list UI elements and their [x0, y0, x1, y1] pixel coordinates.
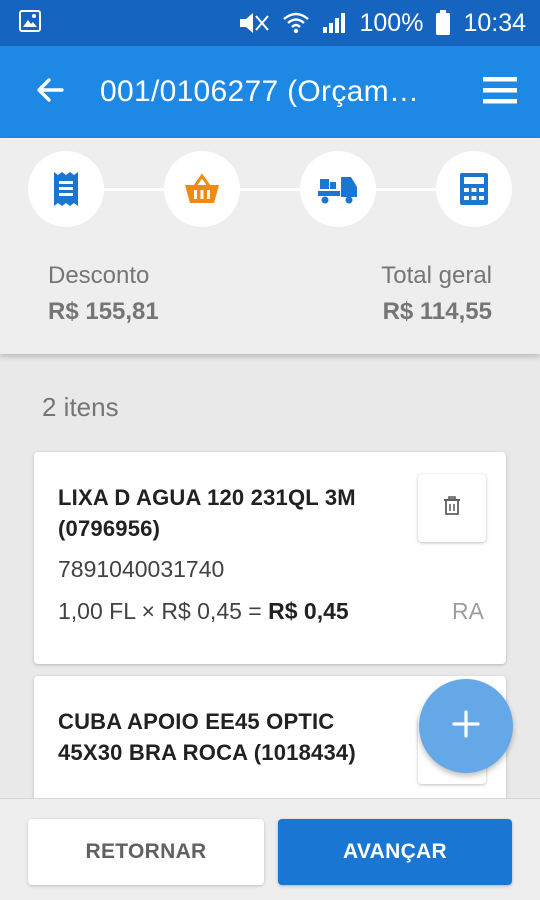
- clock: 10:34: [463, 8, 526, 37]
- step-calculator[interactable]: [436, 151, 512, 227]
- battery-icon: [435, 10, 451, 36]
- gallery-icon: [18, 9, 42, 38]
- discount-label: Desconto: [48, 262, 150, 289]
- page-title: 001/0106277 (Orçamento): [100, 75, 420, 108]
- battery-level: 100%: [359, 8, 424, 37]
- advance-button[interactable]: AVANÇAR: [278, 819, 512, 885]
- order-summary: Desconto R$ 155,81 Total geral R$ 114,55: [0, 138, 540, 354]
- menu-button[interactable]: [460, 46, 540, 138]
- app-bar: 001/0106277 (Orçamento): [0, 46, 540, 138]
- item-title: LIXA D AGUA 120 231QL 3M (0796956): [58, 485, 356, 541]
- step-delivery[interactable]: [300, 151, 376, 227]
- calculator-icon: [459, 172, 489, 206]
- stepper-line: [66, 188, 474, 191]
- back-button[interactable]: [0, 46, 100, 138]
- trash-icon: [443, 495, 461, 521]
- return-button[interactable]: RETORNAR: [28, 819, 264, 885]
- discount-block: Desconto R$ 155,81: [48, 262, 159, 326]
- item-unit: RA: [452, 598, 484, 624]
- add-item-button[interactable]: [419, 679, 513, 773]
- hamburger-menu-icon: [481, 74, 519, 111]
- bottom-action-bar: RETORNAR AVANÇAR: [0, 798, 540, 900]
- signal-icon: [321, 11, 347, 35]
- delete-item-button[interactable]: [418, 474, 486, 542]
- total-block: Total geral R$ 114,55: [381, 262, 492, 326]
- item-title: CUBA APOIO EE45 OPTIC 45X30 BRA ROCA (10…: [58, 709, 356, 765]
- items-count: 2 itens: [42, 392, 119, 422]
- discount-value: R$ 155,81: [48, 298, 159, 325]
- total-value: R$ 114,55: [382, 298, 492, 325]
- mute-icon: [237, 11, 271, 35]
- total-label: Total geral: [381, 262, 492, 289]
- wifi-icon: [283, 11, 310, 35]
- list-item[interactable]: LIXA D AGUA 120 231QL 3M (0796956) 78910…: [34, 452, 506, 664]
- step-receipt[interactable]: [28, 151, 104, 227]
- arrow-back-icon: [34, 74, 66, 111]
- item-price-expression: 1,00 FL × R$ 0,45 =: [58, 598, 269, 624]
- delivery-truck-icon: [317, 173, 359, 205]
- item-price: 1,00 FL × R$ 0,45 = R$ 0,45: [58, 598, 349, 625]
- step-basket[interactable]: [164, 151, 240, 227]
- stepper: [28, 151, 512, 227]
- status-bar: 100% 10:34: [0, 0, 540, 46]
- item-price-total: R$ 0,45: [268, 598, 349, 624]
- receipt-icon: [51, 171, 81, 207]
- item-ean: 7891040031740: [58, 556, 225, 582]
- plus-icon: [452, 709, 480, 743]
- basket-icon: [183, 173, 221, 205]
